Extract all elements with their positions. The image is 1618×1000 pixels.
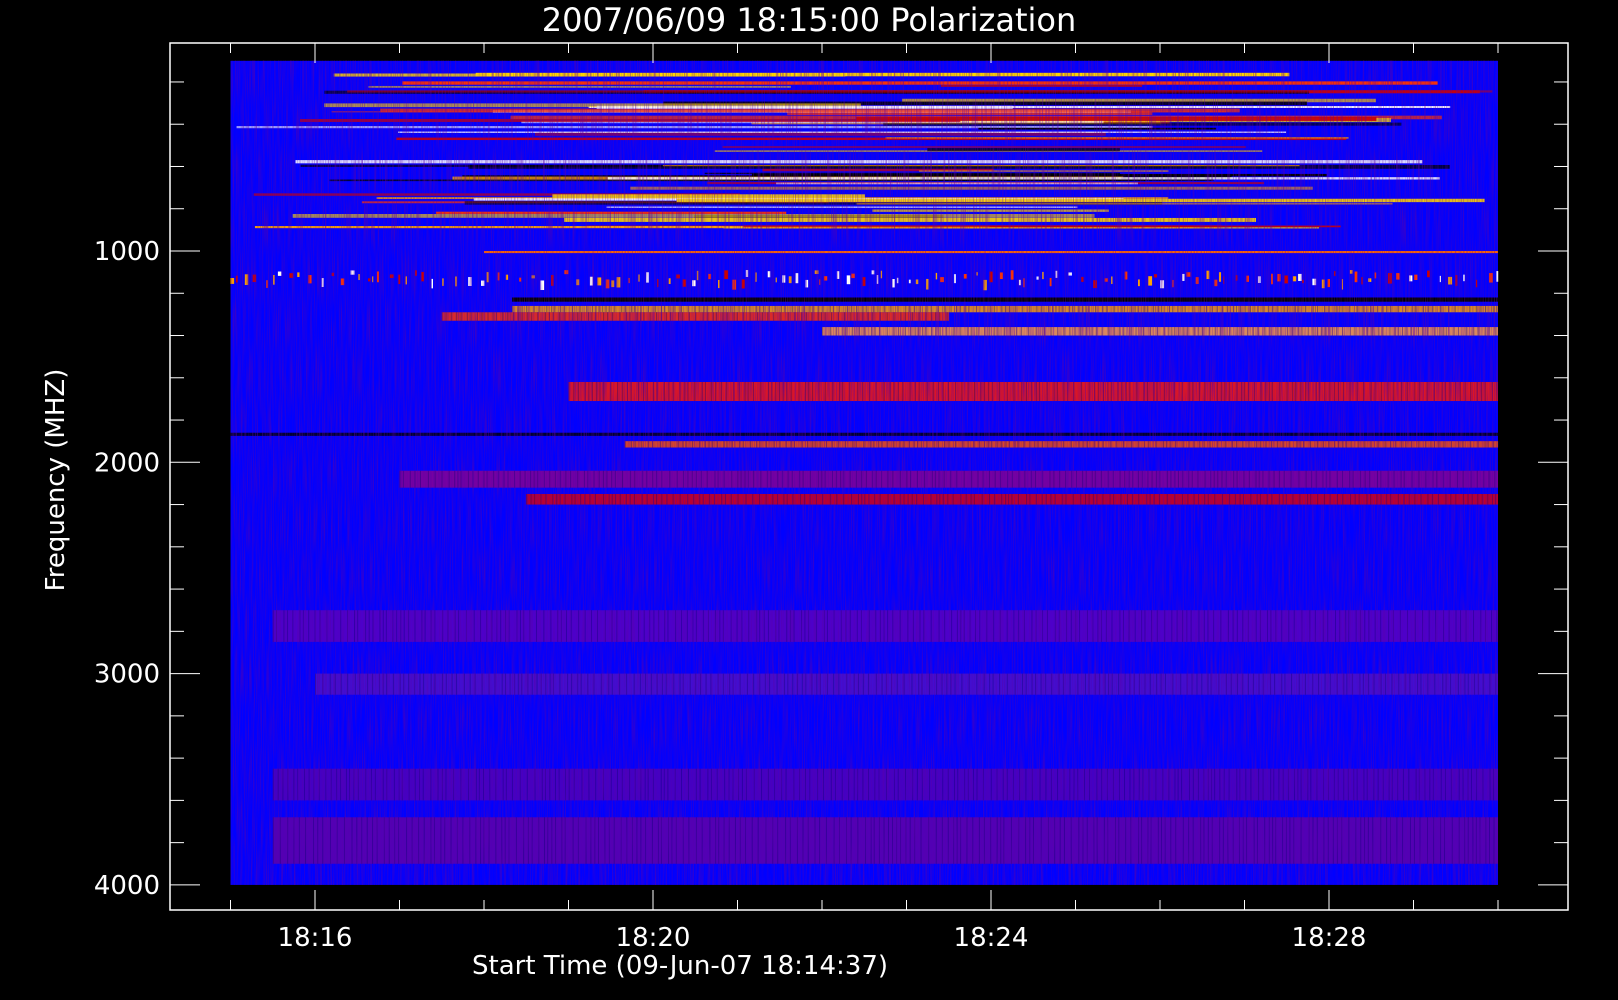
y-tick-label: 1000 [94,237,160,267]
y-tick-label: 4000 [94,871,160,901]
feature-striation [1497,441,1499,448]
plot-area [230,60,1499,885]
spectrogram-noise [230,60,1498,885]
y-tick-label: 3000 [94,660,160,690]
x-tick-label: 18:16 [278,923,353,953]
y-axis-label: Frequency (MHZ) [41,369,71,592]
spectrogram-chart: 2007/06/09 18:15:00 Polarization 18:16 18… [41,1,1569,981]
x-tick-label: 18:20 [616,923,691,953]
x-tick-label: 18:24 [954,923,1029,953]
x-tick-label: 18:28 [1292,923,1367,953]
x-axis-label: Start Time (09-Jun-07 18:14:37) [472,951,888,981]
chart-title: 2007/06/09 18:15:00 Polarization [542,1,1076,39]
y-tick-label: 2000 [94,448,160,478]
